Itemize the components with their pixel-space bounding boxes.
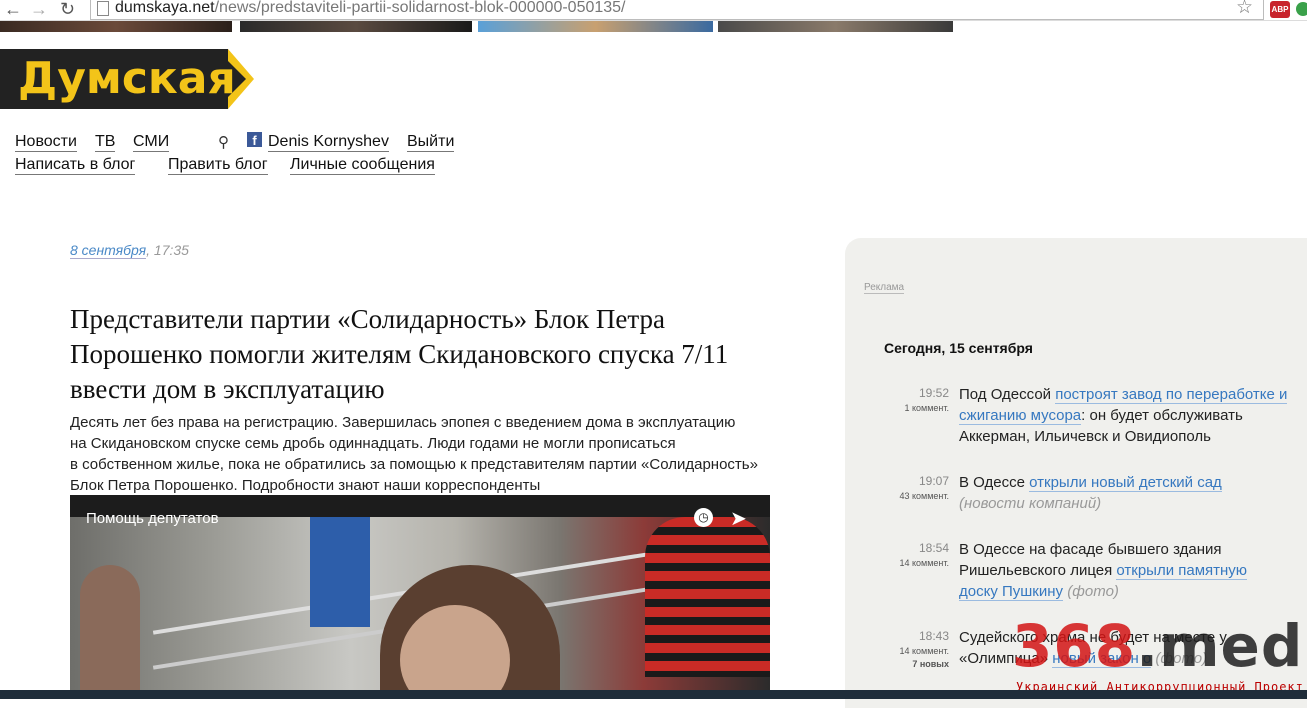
today-heading: Сегодня, 15 сентября [884, 340, 1033, 356]
thumbnail[interactable] [478, 21, 713, 32]
messages-link[interactable]: Личные сообщения [290, 156, 435, 175]
ad-label[interactable]: Реклама [864, 282, 905, 294]
watermark: 368.media Украинский Антикоррупционный П… [1012, 612, 1307, 699]
news-note: (фото) [1067, 583, 1119, 600]
thumbnail[interactable] [240, 21, 472, 32]
lead-line: в собственном жилье, пока не обратились … [70, 456, 758, 473]
news-text: В Одессе открыли новый детский сад (ново… [959, 474, 1222, 512]
lead-line: Блок Петра Порошенко. Подробности знают … [70, 477, 541, 494]
search-icon[interactable]: ⚲ [218, 133, 229, 151]
extension-icon[interactable] [1296, 2, 1307, 16]
edit-blog-link[interactable]: Править блог [168, 156, 268, 175]
video-title[interactable]: Помощь депутатов [86, 510, 219, 527]
thumbnail[interactable] [718, 21, 953, 32]
nav-news[interactable]: Новости [15, 133, 77, 152]
back-arrow-icon[interactable]: ← [4, 0, 22, 18]
article-meta: 8 сентября, 17:35 [70, 242, 189, 259]
news-note: (новости компаний) [959, 495, 1102, 512]
forward-arrow-icon[interactable]: → [30, 0, 48, 18]
lead-line: Десять лет без права на регистрацию. Зав… [70, 414, 736, 431]
news-comments[interactable]: 14 коммент. [875, 646, 949, 656]
facebook-icon: f [247, 132, 262, 148]
news-comments[interactable]: 14 коммент. [875, 558, 949, 568]
site-logo[interactable]: Думская [0, 49, 256, 109]
article-headline: Представители партии «Солидарность» Блок… [70, 304, 729, 404]
taskbar [0, 690, 1307, 699]
news-text: Под Одессой построят завод по переработк… [959, 386, 1288, 445]
news-time: 19:07 [918, 474, 949, 488]
address-bar[interactable]: dumskaya.net/news/predstaviteli-partii-s… [90, 0, 1264, 20]
page-icon [97, 1, 109, 16]
user-name-link[interactable]: Denis Kornyshev [268, 133, 389, 152]
news-time: 18:43 [918, 629, 949, 643]
news-time: 19:52 [918, 386, 949, 400]
article-lead: Десять лет без права на регистрацию. Зав… [70, 412, 790, 496]
news-comments[interactable]: 1 коммент. [875, 403, 949, 413]
nav-media[interactable]: СМИ [133, 133, 170, 152]
news-comments[interactable]: 43 коммент. [875, 491, 949, 501]
thumbnail[interactable] [0, 21, 232, 32]
write-blog-link[interactable]: Написать в блог [15, 156, 136, 175]
article-time: , 17:35 [146, 242, 189, 258]
news-link[interactable]: открыли новый детский сад [1029, 474, 1222, 492]
video-player[interactable]: Помощь депутатов ◷ ➤ [70, 495, 770, 699]
nav-tv[interactable]: ТВ [95, 133, 116, 152]
logout-link[interactable]: Выйти [407, 133, 455, 152]
share-icon[interactable]: ➤ [730, 506, 747, 531]
watermark-logo: 368.media [1012, 612, 1307, 680]
article-date-link[interactable]: 8 сентября [70, 242, 147, 259]
browser-toolbar: ← → ↻ dumskaya.net/news/predstaviteli-pa… [0, 0, 1307, 21]
thumbnail-strip [0, 21, 960, 32]
lead-line: на Скидановском спуске семь дробь одинна… [70, 435, 676, 452]
reload-icon[interactable]: ↻ [60, 0, 75, 18]
news-text: В Одессе на фасаде бывшего здания Ришель… [959, 541, 1248, 601]
logo-text: Думская [18, 53, 236, 104]
adblock-icon[interactable]: ABP [1270, 1, 1290, 18]
watch-later-icon[interactable]: ◷ [694, 508, 713, 527]
news-time: 18:54 [918, 541, 949, 555]
news-new-comments[interactable]: 7 новых [875, 659, 949, 669]
bookmark-star-icon[interactable]: ☆ [1236, 0, 1253, 19]
url-text[interactable]: dumskaya.net/news/predstaviteli-partii-s… [115, 0, 626, 17]
